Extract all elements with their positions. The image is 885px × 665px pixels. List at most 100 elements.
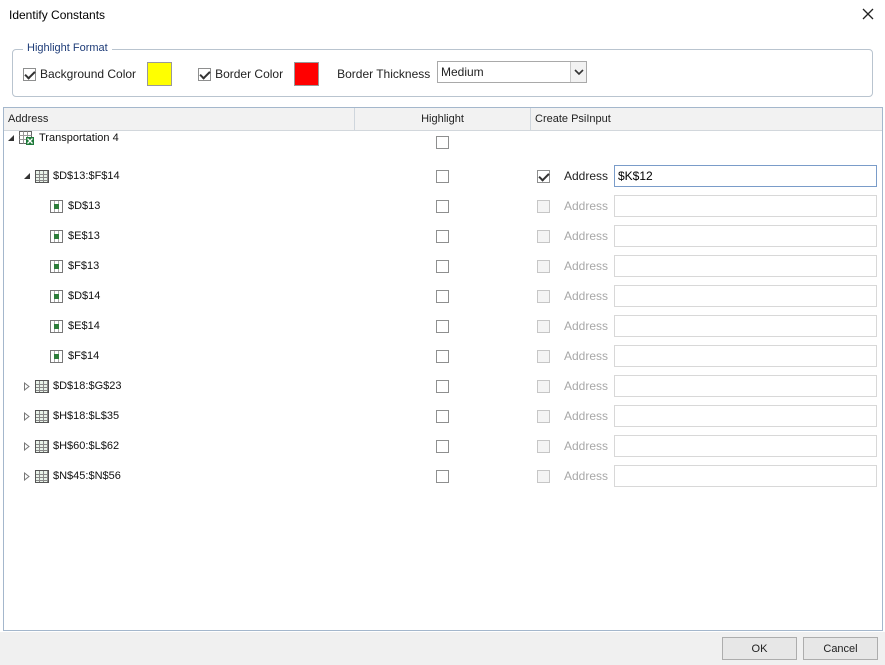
tree-node[interactable]: $D$14 [50, 281, 100, 311]
dialog-footer: OK Cancel [0, 632, 885, 665]
tree-row[interactable]: $H$18:$L$35 Address [4, 401, 882, 431]
expand-arrow-icon[interactable] [22, 381, 32, 391]
tree-node-label: $N$45:$N$56 [53, 470, 121, 482]
tree-node[interactable]: $H$18:$L$35 [22, 401, 119, 431]
tree-row[interactable]: $N$45:$N$56 Address [4, 461, 882, 491]
tree-node-label: $H$60:$L$62 [53, 440, 120, 452]
psiinput-address-label: Address [564, 229, 609, 243]
create-psiinput-checkbox[interactable] [537, 410, 550, 423]
psiinput-address-input[interactable] [614, 435, 877, 457]
create-psiinput-checkbox[interactable] [537, 440, 550, 453]
highlight-checkbox[interactable] [436, 410, 449, 423]
psiinput-address-input[interactable] [614, 375, 877, 397]
tree-row[interactable]: $E$13 Address [4, 221, 882, 251]
cell-icon [50, 259, 63, 273]
highlight-checkbox[interactable] [436, 470, 449, 483]
border-color-swatch[interactable] [294, 62, 320, 86]
create-psiinput-checkbox[interactable] [537, 200, 550, 213]
highlight-checkbox[interactable] [436, 380, 449, 393]
create-psiinput-checkbox[interactable] [537, 380, 550, 393]
psiinput-address-label: Address [564, 199, 609, 213]
tree-row[interactable]: $F$13 Address [4, 251, 882, 281]
expand-arrow-icon[interactable] [22, 471, 32, 481]
tree-node[interactable]: $D$13:$F$14 [22, 161, 120, 191]
tree-node[interactable]: Transportation 4 [6, 123, 119, 153]
range-icon [35, 379, 49, 393]
tree-node-label: $F$13 [68, 260, 100, 272]
highlight-format-row: Background Color Border Color Border Thi… [23, 62, 430, 86]
background-color-checkbox[interactable] [23, 67, 36, 81]
ok-button[interactable]: OK [722, 637, 797, 660]
chevron-down-icon[interactable] [570, 62, 586, 82]
tree-row[interactable]: $H$60:$L$62 Address [4, 431, 882, 461]
range-icon [35, 169, 49, 183]
psiinput-address-input[interactable] [614, 195, 877, 217]
tree-row[interactable]: $D$14 Address [4, 281, 882, 311]
background-color-swatch[interactable] [147, 62, 173, 86]
highlight-checkbox[interactable] [436, 290, 449, 303]
tree-node[interactable]: $F$13 [50, 251, 99, 281]
cell-icon [50, 349, 63, 363]
border-thickness-select[interactable]: Medium [437, 61, 587, 83]
tree-node[interactable]: $E$13 [50, 221, 100, 251]
psiinput-address-label: Address [564, 469, 609, 483]
psiinput-address-label: Address [564, 289, 609, 303]
highlight-checkbox[interactable] [436, 170, 449, 183]
create-psiinput-checkbox[interactable] [537, 470, 550, 483]
highlight-checkbox[interactable] [436, 320, 449, 333]
psiinput-address-input[interactable] [614, 165, 877, 187]
window-title: Identify Constants [9, 8, 106, 22]
psiinput-address-input[interactable] [614, 345, 877, 367]
psiinput-address-input[interactable] [614, 465, 877, 487]
border-color-checkbox[interactable] [198, 67, 212, 81]
tree-node[interactable]: $D$13 [50, 191, 100, 221]
create-psiinput-checkbox[interactable] [537, 260, 550, 273]
psiinput-address-label: Address [564, 259, 609, 273]
expand-arrow-icon[interactable] [22, 441, 32, 451]
tree-node-label: $D$18:$G$23 [53, 380, 122, 392]
highlight-checkbox[interactable] [436, 260, 449, 273]
create-psiinput-checkbox[interactable] [537, 230, 550, 243]
background-color-label: Background Color [40, 67, 137, 81]
psiinput-address-input[interactable] [614, 255, 877, 277]
tree-node-label: $D$14 [68, 290, 101, 302]
tree-node[interactable]: $D$18:$G$23 [22, 371, 122, 401]
close-icon[interactable] [859, 5, 877, 23]
psiinput-address-label: Address [564, 319, 609, 333]
border-thickness-value: Medium [441, 65, 484, 79]
cell-icon [50, 199, 63, 213]
highlight-checkbox[interactable] [436, 440, 449, 453]
tree-row[interactable]: Transportation 4 [4, 123, 882, 153]
create-psiinput-checkbox[interactable] [537, 290, 550, 303]
tree-node[interactable]: $F$14 [50, 341, 99, 371]
create-psiinput-checkbox[interactable] [537, 170, 550, 183]
tree-row[interactable]: $D$18:$G$23 Address [4, 371, 882, 401]
tree-node-label: Transportation 4 [39, 132, 119, 144]
create-psiinput-checkbox[interactable] [537, 320, 550, 333]
highlight-checkbox[interactable] [436, 136, 449, 149]
tree-row[interactable]: $F$14 Address [4, 341, 882, 371]
highlight-checkbox[interactable] [436, 200, 449, 213]
tree-node[interactable]: $E$14 [50, 311, 100, 341]
tree-row[interactable]: $D$13:$F$14 Address [4, 161, 882, 191]
tree-node[interactable]: $H$60:$L$62 [22, 431, 119, 461]
cancel-button[interactable]: Cancel [803, 637, 878, 660]
highlight-checkbox[interactable] [436, 350, 449, 363]
tree-row[interactable]: $D$13 Address [4, 191, 882, 221]
tree-node-label: $D$13:$F$14 [53, 170, 120, 182]
psiinput-address-input[interactable] [614, 405, 877, 427]
expand-arrow-icon[interactable] [22, 411, 32, 421]
psiinput-address-input[interactable] [614, 315, 877, 337]
tree-row[interactable]: $E$14 Address [4, 311, 882, 341]
border-color-label: Border Color [215, 67, 284, 81]
psiinput-address-label: Address [564, 439, 609, 453]
psiinput-address-input[interactable] [614, 285, 877, 307]
collapse-arrow-icon[interactable] [22, 171, 32, 181]
psiinput-address-label: Address [564, 409, 609, 423]
collapse-arrow-icon[interactable] [6, 133, 16, 143]
psiinput-address-input[interactable] [614, 225, 877, 247]
cell-icon [50, 289, 63, 303]
highlight-checkbox[interactable] [436, 230, 449, 243]
create-psiinput-checkbox[interactable] [537, 350, 550, 363]
tree-node[interactable]: $N$45:$N$56 [22, 461, 121, 491]
